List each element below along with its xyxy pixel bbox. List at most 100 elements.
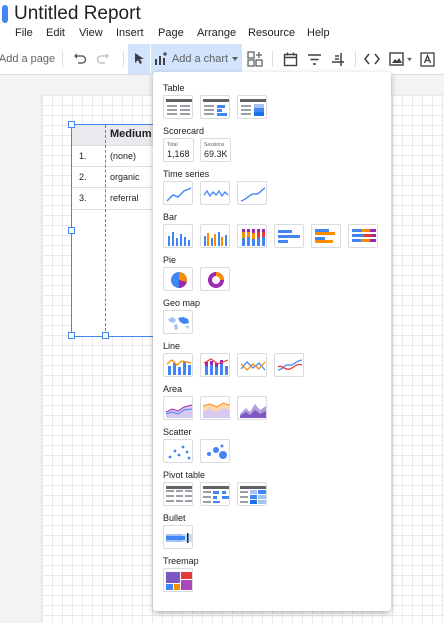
chart-option-scorecard[interactable]: Total 1,168 xyxy=(163,138,194,162)
cursor-icon xyxy=(135,53,144,64)
chart-option-column[interactable] xyxy=(163,224,193,248)
select-button[interactable] xyxy=(128,44,150,74)
menu-edit[interactable]: Edit xyxy=(46,27,65,39)
section-geo-map: Geo map xyxy=(163,298,201,308)
menu-page[interactable]: Page xyxy=(158,27,184,39)
chart-option-pivot-table-heatmap[interactable] xyxy=(237,482,267,506)
grouped-bar-icon xyxy=(315,229,335,243)
table-row: 2. organic xyxy=(72,166,162,188)
menu-resource[interactable]: Resource xyxy=(248,27,295,39)
menu-bar: File Edit View Insert Page Arrange Resou… xyxy=(0,27,444,43)
chart-option-pivot-table[interactable] xyxy=(163,482,193,506)
date-range-button[interactable] xyxy=(281,44,299,74)
data-control-icon xyxy=(331,52,344,66)
community-visualizations-button[interactable] xyxy=(246,44,264,74)
resize-handle[interactable] xyxy=(68,332,75,339)
resize-handle[interactable] xyxy=(68,227,75,234)
chart-option-table[interactable] xyxy=(163,95,193,119)
chart-option-percent-area[interactable] xyxy=(237,396,267,420)
table-header: Medium xyxy=(72,125,162,145)
redo-button[interactable] xyxy=(95,44,111,74)
redo-icon xyxy=(96,53,109,64)
section-pivot-table: Pivot table xyxy=(163,470,206,480)
stacked-bar-icon xyxy=(352,229,376,242)
chart-option-table-bars[interactable] xyxy=(200,95,230,119)
image-icon xyxy=(389,52,404,66)
chart-option-geo-map[interactable] xyxy=(163,310,193,334)
chart-option-table-heatmap[interactable] xyxy=(237,95,267,119)
chart-option-scorecard-compact[interactable]: Sessions 69.3K xyxy=(200,138,231,162)
chart-option-smoothed-time-series[interactable] xyxy=(237,181,267,205)
chart-option-stacked-bar[interactable] xyxy=(348,224,378,248)
line-chart-icon xyxy=(240,361,266,371)
top-bar: Untitled Report File Edit View Insert Pa… xyxy=(0,0,444,44)
section-pie: Pie xyxy=(163,255,177,265)
stacked-column-icon xyxy=(242,229,265,246)
data-control-button[interactable] xyxy=(329,44,347,74)
table-heatmap-icon xyxy=(240,99,266,116)
resize-handle[interactable] xyxy=(102,332,109,339)
chart-option-pivot-table-bars[interactable] xyxy=(200,482,230,506)
menu-view[interactable]: View xyxy=(79,27,103,39)
add-chart-menu: Table Scorecard Total 1,168 Sessions 69.… xyxy=(153,72,391,611)
menu-arrange[interactable]: Arrange xyxy=(197,27,236,39)
chart-option-bullet[interactable] xyxy=(163,525,193,549)
chart-option-donut[interactable] xyxy=(200,267,230,291)
pivot-table-bars-icon xyxy=(203,486,229,503)
pie-chart-icon xyxy=(171,272,187,288)
chart-option-stacked-combo[interactable] xyxy=(200,353,230,377)
table-bars-icon xyxy=(203,99,229,116)
column-header-medium[interactable]: Medium xyxy=(110,128,152,140)
menu-file[interactable]: File xyxy=(15,27,33,39)
chart-option-grouped-column[interactable] xyxy=(200,224,230,248)
bar-chart-icon xyxy=(278,230,300,243)
stacked-combo-icon xyxy=(203,358,229,375)
add-page-button[interactable]: Add a page xyxy=(0,44,55,74)
chart-option-smoothed-line[interactable] xyxy=(274,353,304,377)
chart-option-treemap[interactable] xyxy=(163,568,193,592)
table-chart[interactable]: Medium 1. (none) 2. organic 3. referral xyxy=(68,121,163,339)
chevron-down-icon xyxy=(232,57,239,61)
chart-option-area[interactable] xyxy=(163,396,193,420)
chart-option-scatter[interactable] xyxy=(163,439,193,463)
chart-option-line[interactable] xyxy=(237,353,267,377)
filter-control-button[interactable] xyxy=(305,44,323,74)
chart-option-grouped-bar[interactable] xyxy=(311,224,341,248)
chart-option-bar[interactable] xyxy=(274,224,304,248)
add-chart-button[interactable]: Add a chart xyxy=(151,44,242,74)
chart-option-pie[interactable] xyxy=(163,267,193,291)
section-treemap: Treemap xyxy=(163,556,199,566)
section-bar: Bar xyxy=(163,212,178,222)
data-studio-logo-icon xyxy=(2,5,8,23)
resize-handle[interactable] xyxy=(68,121,75,128)
filter-icon xyxy=(307,53,321,65)
report-title[interactable]: Untitled Report xyxy=(14,3,141,25)
donut-chart-icon xyxy=(208,272,224,288)
column-guide xyxy=(105,125,106,336)
embed-url-button[interactable] xyxy=(362,44,382,74)
column-chart-icon xyxy=(168,232,190,246)
toolbar: Add a page Add a chart xyxy=(0,44,444,75)
chart-option-time-series[interactable] xyxy=(163,181,193,205)
calendar-icon xyxy=(283,52,297,66)
text-box-icon xyxy=(419,51,435,67)
smoothed-line-icon xyxy=(277,359,303,371)
bubble-chart-icon xyxy=(207,444,227,459)
chart-option-sparkline[interactable] xyxy=(200,181,230,205)
menu-help[interactable]: Help xyxy=(307,27,330,39)
text-button[interactable] xyxy=(418,44,436,74)
chevron-down-icon xyxy=(407,57,412,61)
image-button[interactable] xyxy=(388,44,414,74)
section-bullet: Bullet xyxy=(163,513,186,523)
section-line: Line xyxy=(163,341,181,351)
undo-button[interactable] xyxy=(72,44,88,74)
menu-insert[interactable]: Insert xyxy=(116,27,144,39)
row-number: 1. xyxy=(79,151,87,161)
stacked-area-icon xyxy=(203,402,229,418)
time-series-icon xyxy=(166,187,192,202)
toolbar-divider xyxy=(62,51,63,67)
chart-option-stacked-area[interactable] xyxy=(200,396,230,420)
chart-option-stacked-column[interactable] xyxy=(237,224,267,248)
chart-option-combo[interactable] xyxy=(163,353,193,377)
chart-option-bubble[interactable] xyxy=(200,439,230,463)
